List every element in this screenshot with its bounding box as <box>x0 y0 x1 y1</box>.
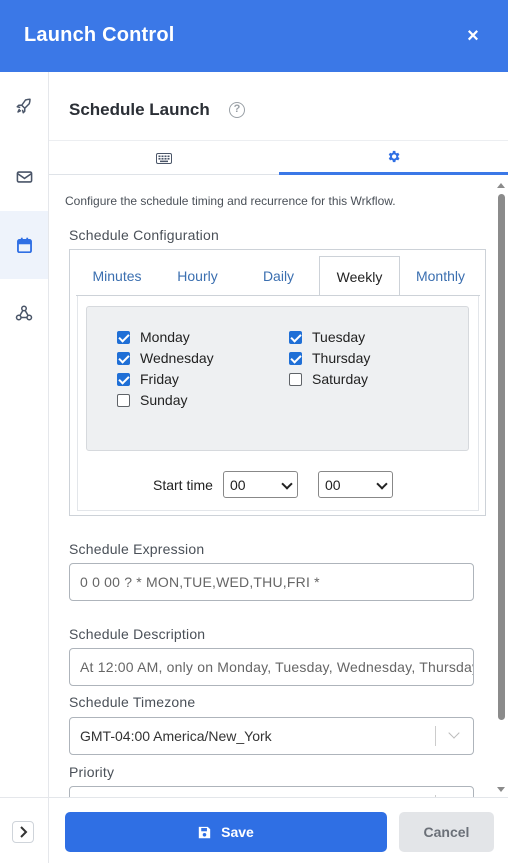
schedule-config-label: Schedule Configuration <box>69 227 219 243</box>
cancel-button[interactable]: Cancel <box>399 812 494 852</box>
tab-monthly[interactable]: Monthly <box>400 256 481 296</box>
start-minute-value: 00 <box>325 476 341 493</box>
start-hour-select[interactable]: 00 <box>223 471 298 498</box>
vertical-scrollbar[interactable] <box>496 178 508 796</box>
frequency-tabs: Minutes Hourly Daily Weekly Monthly <box>71 256 486 296</box>
day-checkbox-tuesday[interactable]: Tuesday <box>289 329 365 345</box>
keyboard-icon <box>156 152 172 164</box>
mail-icon <box>16 171 32 183</box>
checkbox-checked[interactable] <box>289 330 302 344</box>
rail-item-email[interactable] <box>0 143 48 211</box>
day-label: Wednesday <box>140 350 214 366</box>
start-time-label: Start time <box>153 477 213 493</box>
day-label: Thursday <box>312 350 371 366</box>
day-checkbox-saturday[interactable]: Saturday <box>289 371 368 387</box>
app-title: Launch Control <box>24 24 175 46</box>
rail-item-schedule[interactable] <box>0 211 48 279</box>
panel-tabs <box>49 140 508 175</box>
checkbox-checked[interactable] <box>289 351 302 365</box>
day-label: Saturday <box>312 371 369 387</box>
close-icon[interactable]: × <box>464 26 482 46</box>
rail-item-webhook[interactable] <box>0 279 48 347</box>
day-label: Sunday <box>140 392 188 408</box>
rocket-icon <box>16 98 31 114</box>
schedule-description-label: Schedule Description <box>69 626 206 642</box>
rail-divider <box>0 797 48 798</box>
left-rail <box>0 72 49 863</box>
webhook-icon <box>15 305 33 321</box>
schedule-timezone-label: Schedule Timezone <box>69 694 196 710</box>
day-checkbox-friday[interactable]: Friday <box>117 371 179 387</box>
schedule-description-field[interactable]: At 12:00 AM, only on Monday, Tuesday, We… <box>69 648 474 686</box>
intro-text: Configure the schedule timing and recurr… <box>65 194 396 208</box>
day-label: Monday <box>140 329 190 345</box>
chevron-down-icon <box>376 478 388 490</box>
day-label: Tuesday <box>312 329 366 345</box>
chevron-down-icon <box>281 478 293 490</box>
save-button[interactable]: Save <box>65 812 387 852</box>
tab-hourly[interactable]: Hourly <box>157 256 238 296</box>
select-separator <box>435 726 436 746</box>
checkbox-unchecked[interactable] <box>289 372 302 386</box>
calendar-icon <box>16 237 32 253</box>
day-label: Friday <box>140 371 179 387</box>
expand-rail-button[interactable] <box>12 821 34 843</box>
checkbox-checked[interactable] <box>117 351 130 365</box>
help-icon[interactable]: ? <box>229 102 245 118</box>
chevron-down-icon <box>448 727 460 739</box>
gear-icon <box>388 150 400 163</box>
priority-label: Priority <box>69 764 115 780</box>
start-hour-value: 00 <box>230 476 246 493</box>
floppy-disk-icon <box>198 826 211 838</box>
chevron-right-icon <box>20 826 28 838</box>
checkbox-checked[interactable] <box>117 372 130 386</box>
checkbox-unchecked[interactable] <box>117 393 130 407</box>
tab-daily[interactable]: Daily <box>238 256 319 296</box>
tab-minutes[interactable]: Minutes <box>77 256 157 296</box>
schedule-expression-field[interactable]: 0 0 00 ? * MON,TUE,WED,THU,FRI * <box>69 563 474 601</box>
day-checkbox-thursday[interactable]: Thursday <box>289 350 370 366</box>
schedule-expression-label: Schedule Expression <box>69 541 205 557</box>
day-checkbox-sunday[interactable]: Sunday <box>117 392 187 408</box>
scroll-down-icon[interactable] <box>497 787 505 792</box>
tab-keyboard[interactable] <box>49 141 279 175</box>
save-label: Save <box>221 824 254 840</box>
scroll-up-icon[interactable] <box>497 183 505 188</box>
start-minute-select[interactable]: 00 <box>318 471 393 498</box>
day-checkbox-wednesday[interactable]: Wednesday <box>117 350 214 366</box>
app-header: Launch Control × <box>0 0 508 72</box>
tab-weekly[interactable]: Weekly <box>319 256 400 296</box>
day-checkbox-monday[interactable]: Monday <box>117 329 190 345</box>
timezone-value: GMT-04:00 America/New_York <box>80 728 272 744</box>
scroll-thumb[interactable] <box>498 194 505 720</box>
rail-item-launch[interactable] <box>0 72 48 140</box>
panel-title: Schedule Launch <box>69 100 210 119</box>
tab-settings[interactable] <box>279 141 508 175</box>
timezone-select[interactable]: GMT-04:00 America/New_York <box>69 717 474 755</box>
checkbox-checked[interactable] <box>117 330 130 344</box>
